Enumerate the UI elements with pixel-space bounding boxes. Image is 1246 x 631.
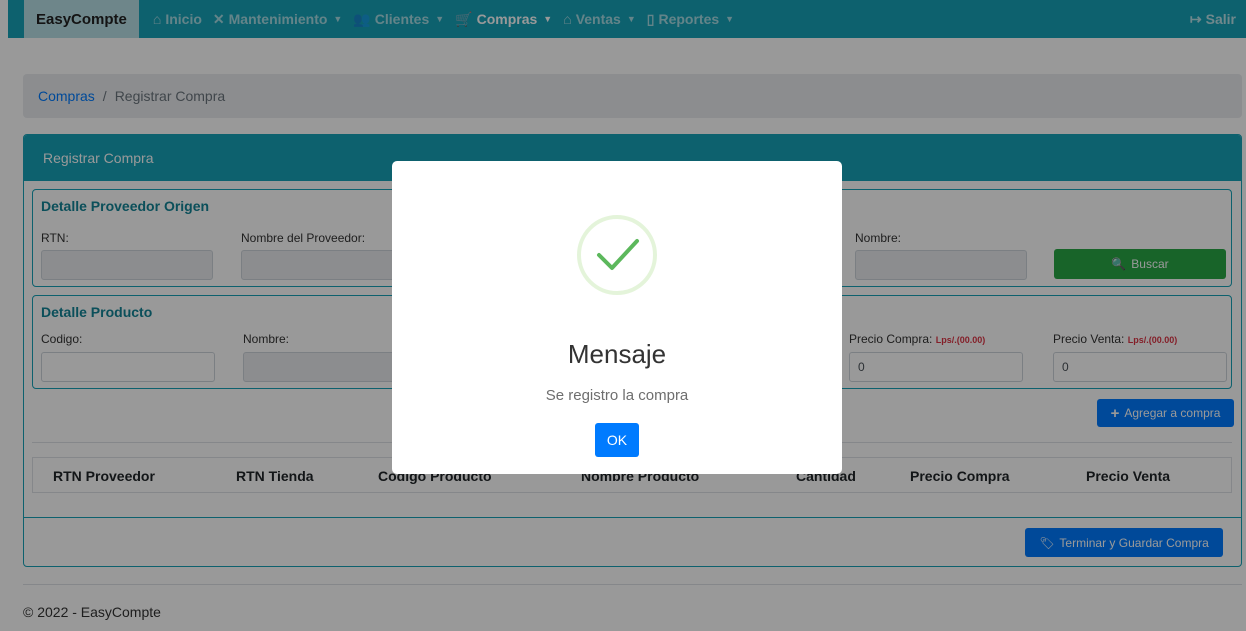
modal-message: Se registro la compra	[545, 387, 689, 404]
modal-title: Mensaje	[567, 339, 667, 369]
success-icon	[577, 215, 657, 295]
ok-button[interactable]: OK	[595, 423, 639, 457]
alert-modal: Mensaje Se registro la compra OK	[392, 161, 842, 474]
checkmark-icon	[597, 239, 639, 270]
